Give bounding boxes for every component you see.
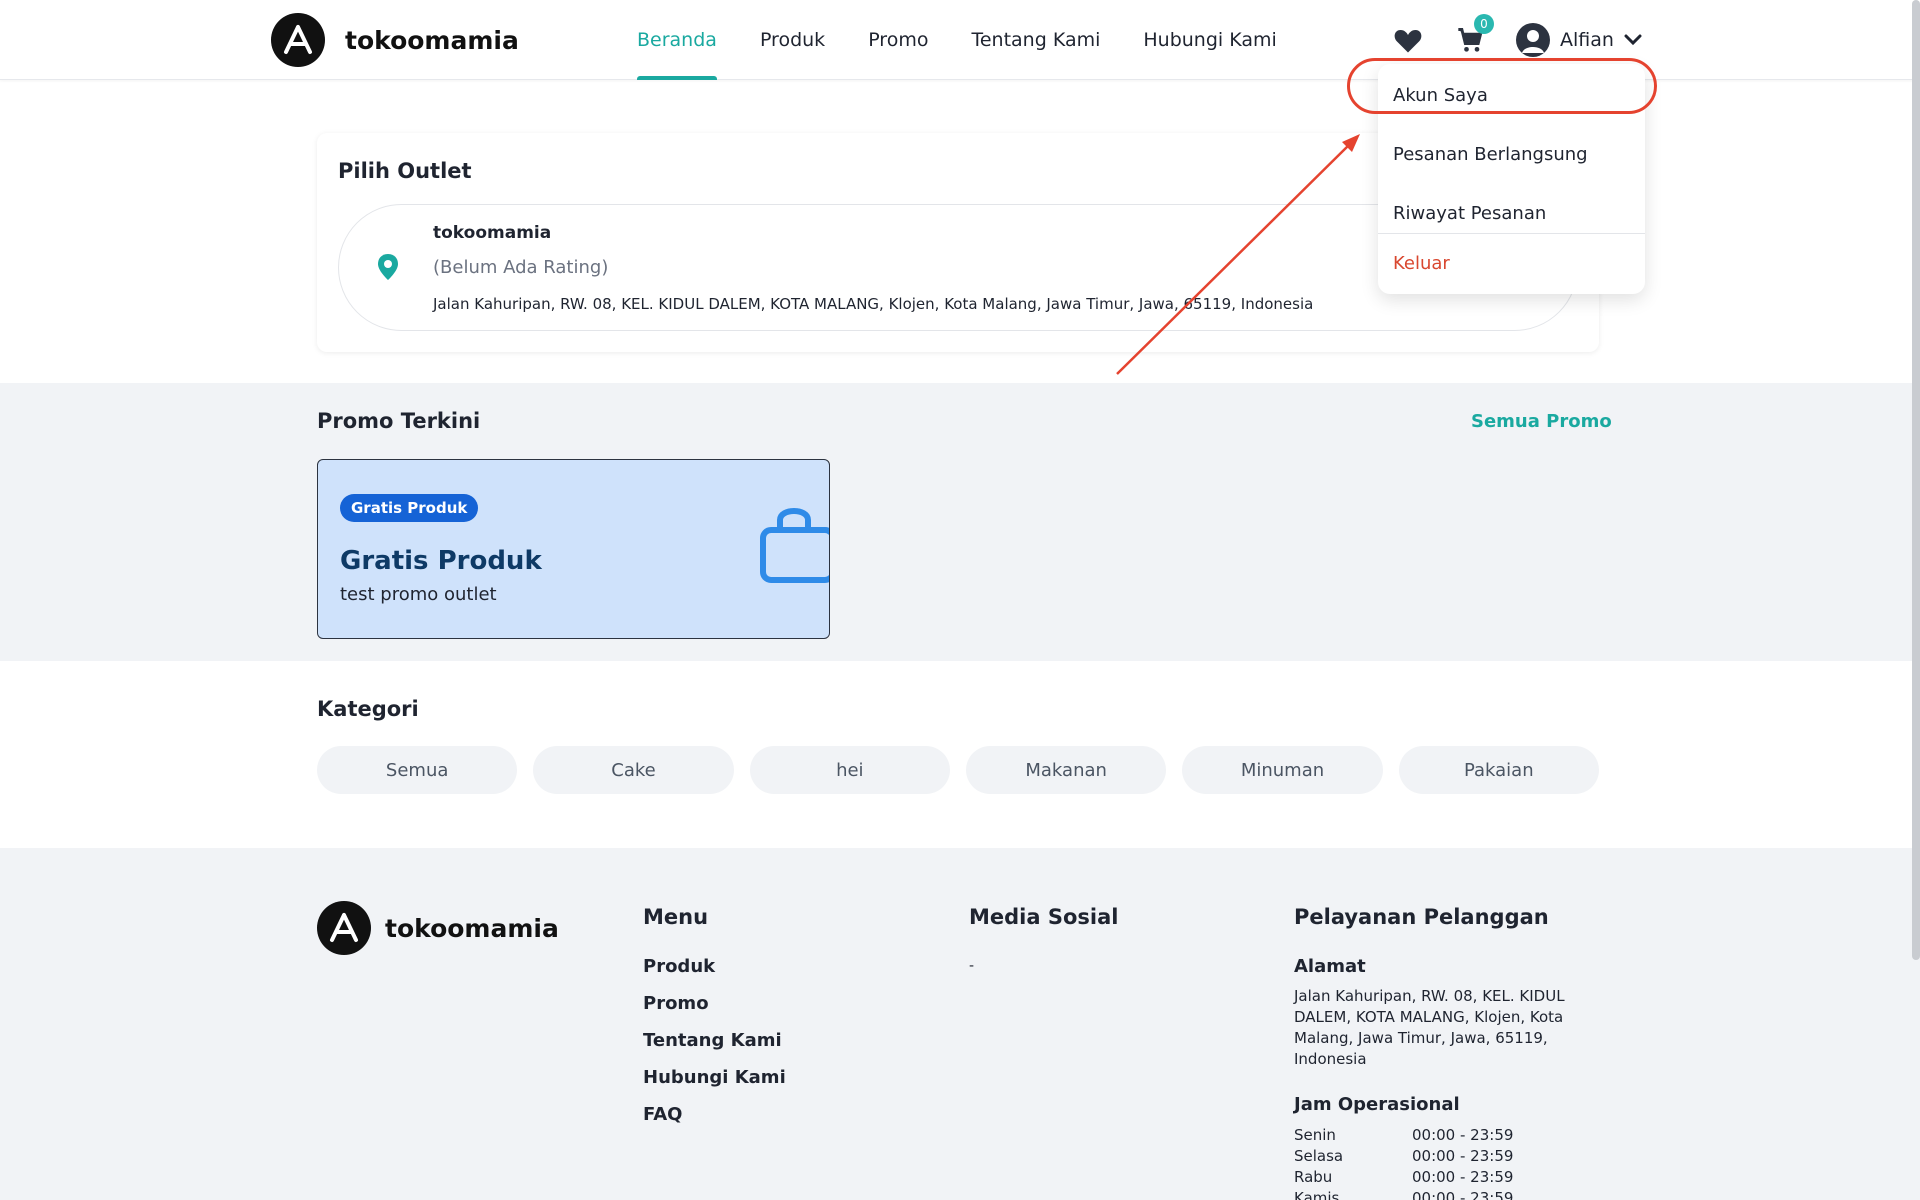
outlet-name: tokoomamia [433, 223, 552, 243]
footer-address-line: Jalan Kahuripan, RW. 08, KEL. KIDUL [1294, 987, 1565, 1005]
hours-time: 00:00 - 23:59 [1412, 1189, 1514, 1200]
cart-icon[interactable]: 0 [1454, 14, 1494, 60]
footer-link-promo[interactable]: Promo [643, 993, 709, 1014]
hours-day: Senin [1294, 1126, 1336, 1144]
location-pin-icon [377, 253, 399, 285]
footer-menu-title: Menu [643, 905, 709, 929]
hours-row: Kamis 00:00 - 23:59 [1294, 1188, 1513, 1200]
promo-title: Gratis Produk [340, 546, 542, 576]
shopping-bag-icon [758, 500, 829, 594]
kategori-section-title: Kategori [317, 697, 419, 721]
category-chip-hei[interactable]: hei [749, 746, 950, 794]
footer-link-hubungi-kami[interactable]: Hubungi Kami [643, 1067, 786, 1088]
category-chip-minuman[interactable]: Minuman [1182, 746, 1383, 794]
footer: tokoomamia Menu Produk Promo Tentang Kam… [0, 848, 1920, 1200]
user-avatar-icon [1516, 23, 1550, 57]
promo-section: Promo Terkini Semua Promo Gratis Produk … [0, 383, 1920, 661]
nav-promo[interactable]: Promo [868, 0, 928, 80]
page-scrollbar[interactable] [1912, 0, 1920, 960]
promo-section-title: Promo Terkini [317, 409, 481, 433]
hours-time: 00:00 - 23:59 [1412, 1126, 1514, 1144]
nav-tentang-kami[interactable]: Tentang Kami [971, 0, 1100, 80]
footer-address-title: Alamat [1294, 956, 1366, 977]
promo-subtitle: test promo outlet [340, 584, 497, 605]
footer-brand[interactable]: tokoomamia [317, 901, 559, 955]
footer-address-line: DALEM, KOTA MALANG, Klojen, Kota [1294, 1008, 1564, 1026]
category-chip-semua[interactable]: Semua [317, 746, 518, 794]
hours-row: Rabu 00:00 - 23:59 [1294, 1167, 1513, 1188]
footer-link-faq[interactable]: FAQ [643, 1104, 682, 1125]
hours-time: 00:00 - 23:59 [1412, 1168, 1514, 1186]
nav-hubungi-kami[interactable]: Hubungi Kami [1143, 0, 1276, 80]
footer-hours-title: Jam Operasional [1294, 1094, 1460, 1115]
hours-row: Selasa 00:00 - 23:59 [1294, 1146, 1513, 1167]
footer-social-value: - [969, 958, 975, 974]
outlet-rating: (Belum Ada Rating) [433, 257, 609, 278]
hours-day: Selasa [1294, 1147, 1344, 1165]
all-promo-link[interactable]: Semua Promo [1471, 411, 1612, 432]
footer-hours-table: Senin 00:00 - 23:59 Selasa 00:00 - 23:59 R… [1294, 1125, 1513, 1200]
chevron-down-icon [1624, 31, 1642, 50]
nav-produk[interactable]: Produk [760, 0, 825, 80]
logo-icon [271, 13, 325, 67]
brand[interactable]: tokoomamia [271, 13, 519, 67]
hours-time: 00:00 - 23:59 [1412, 1147, 1514, 1165]
footer-address-line: Indonesia [1294, 1050, 1367, 1068]
cart-count-badge: 0 [1474, 14, 1494, 34]
hours-day: Kamis [1294, 1189, 1340, 1200]
footer-address-line: Malang, Jawa Timur, Jawa, 65119, [1294, 1029, 1548, 1047]
promo-type-badge: Gratis Produk [340, 494, 479, 522]
category-chip-cake[interactable]: Cake [533, 746, 734, 794]
promo-card[interactable]: Gratis Produk Gratis Produk test promo o… [317, 459, 830, 639]
menu-riwayat-pesanan[interactable]: Riwayat Pesanan [1393, 203, 1546, 224]
user-menu-toggle[interactable]: Alfian [1516, 23, 1642, 57]
user-dropdown-menu: Akun Saya Pesanan Berlangsung Riwayat Pe… [1378, 64, 1645, 294]
menu-pesanan-berlangsung[interactable]: Pesanan Berlangsung [1393, 144, 1588, 165]
category-chip-pakaian[interactable]: Pakaian [1398, 746, 1599, 794]
category-list: Semua Cake hei Makanan Minuman Pakaian [317, 746, 1599, 794]
footer-link-produk[interactable]: Produk [643, 956, 715, 977]
main-nav: Beranda Produk Promo Tentang Kami Hubung… [637, 0, 1277, 80]
outlet-address: Jalan Kahuripan, RW. 08, KEL. KIDUL DALE… [433, 295, 1314, 313]
outlet-section-title: Pilih Outlet [338, 159, 472, 183]
footer-social-title: Media Sosial [969, 905, 1119, 929]
hours-row: Senin 00:00 - 23:59 [1294, 1125, 1513, 1146]
hours-day: Rabu [1294, 1168, 1333, 1186]
wishlist-heart-icon[interactable] [1392, 20, 1424, 60]
header-actions: 0 Alfian [1392, 14, 1642, 60]
menu-divider [1378, 233, 1645, 234]
footer-brand-name: tokoomamia [385, 913, 559, 943]
footer-service-title: Pelayanan Pelanggan [1294, 905, 1549, 929]
logo-icon [317, 901, 371, 955]
footer-link-tentang-kami[interactable]: Tentang Kami [643, 1030, 782, 1051]
menu-keluar[interactable]: Keluar [1393, 253, 1450, 274]
brand-name: tokoomamia [345, 25, 519, 55]
menu-akun-saya[interactable]: Akun Saya [1393, 85, 1488, 106]
user-name: Alfian [1560, 29, 1614, 51]
nav-beranda[interactable]: Beranda [637, 0, 717, 80]
footer-address: Jalan Kahuripan, RW. 08, KEL. KIDUL DALE… [1294, 986, 1594, 1070]
category-chip-makanan[interactable]: Makanan [965, 746, 1167, 794]
